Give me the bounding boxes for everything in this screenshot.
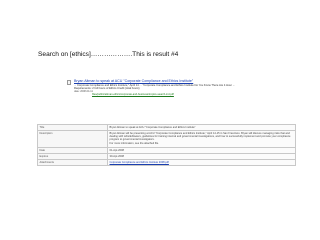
result-url-link[interactable]: files/public/altman-ethics/corporate-and… <box>92 93 252 96</box>
detail-table: Title Bryan Altman to speak at ACU "Corp… <box>37 124 296 166</box>
search-result: Bryan Altman to speak at ACU "Corporate … <box>67 79 252 97</box>
description-text: Bryan Altman will be presenting at ACU "… <box>109 131 291 142</box>
table-row: Attachments Corporate Compliance and Eth… <box>37 158 296 166</box>
row-value-attachments: Corporate Compliance and Ethics Institut… <box>107 158 296 166</box>
slide-title: Search on [ethics]……………….This is result … <box>38 51 179 58</box>
row-value-description: Bryan Altman will be presenting at ACU "… <box>107 129 296 148</box>
table-row: Description Bryan Altman will be present… <box>37 129 296 148</box>
row-key-attachments: Attachments <box>37 158 108 166</box>
row-key-description: Description <box>37 129 108 148</box>
document-icon <box>67 80 71 85</box>
result-snippet: ... Corporate Compliance and Ethics Inst… <box>74 83 235 90</box>
description-more-info: For more information, see the attached f… <box>109 142 159 146</box>
attachment-link[interactable]: Corporate Compliance and Ethics Institut… <box>110 161 169 164</box>
